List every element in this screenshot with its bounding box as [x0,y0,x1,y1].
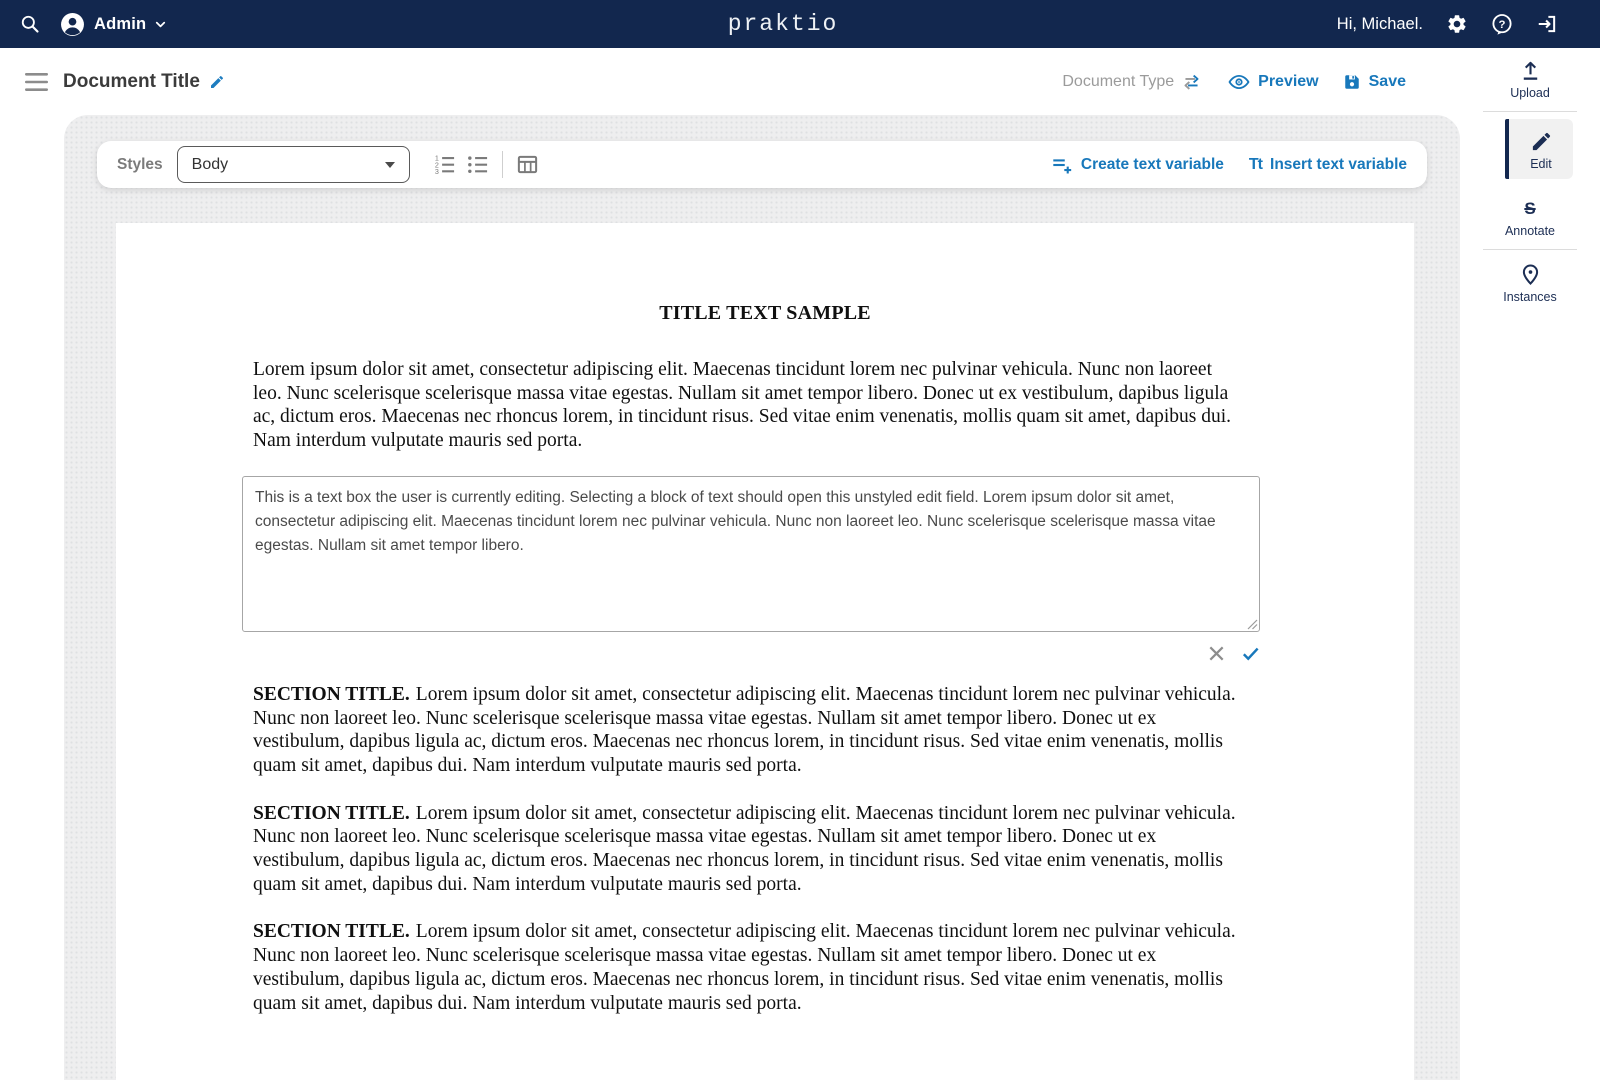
save-button[interactable]: Save [1343,73,1406,91]
preview-button[interactable]: Preview [1228,72,1319,91]
section-paragraph[interactable]: SECTION TITLE. Lorem ipsum dolor sit amet… [253,683,1241,778]
create-text-variable-button[interactable]: Create text variable [1051,154,1224,176]
save-label: Save [1368,72,1406,90]
page-title: Document Title [63,70,200,92]
format-toolbar: Styles Body 1 2 3 Create text variable T… [97,141,1427,188]
document-type-switcher[interactable]: Document Type [1062,73,1201,91]
rail-divider [1483,111,1577,112]
section-paragraph[interactable]: SECTION TITLE. Lorem ipsum dolor sit amet… [253,920,1241,1015]
table-icon[interactable] [516,153,539,176]
svg-text:3: 3 [435,168,439,176]
logout-icon[interactable] [1536,13,1558,35]
strikethrough-s-icon: S [1524,199,1536,218]
document-header: Document Title Document Type Preview Sav… [0,48,1460,115]
styles-label: Styles [117,155,163,173]
style-select[interactable]: Body [176,146,410,183]
numbered-list-icon[interactable]: 1 2 3 [433,153,456,176]
top-navbar: Admin praktio Hi, Michael. ? [0,0,1600,48]
sidebar-item-label: Instances [1503,290,1557,304]
confirm-edit-icon[interactable] [1241,644,1260,663]
account-icon [61,12,84,36]
svg-text:?: ? [1499,19,1506,31]
user-menu-label: Admin [94,14,147,33]
select-caret-icon [384,161,395,168]
sidebar-item-annotate[interactable]: S Annotate [1460,186,1600,247]
side-rail: Upload Edit S Annotate Instances [1460,48,1600,313]
variable-actions: Create text variable Tt Insert text vari… [1051,154,1407,176]
insert-text-variable-button[interactable]: Tt Insert text variable [1249,156,1407,174]
inline-edit-textarea[interactable]: This is a text box the user is currently… [242,475,1260,632]
map-pin-icon [1522,264,1538,286]
user-menu[interactable]: Admin [60,12,168,37]
greeting-text: Hi, Michael. [1336,14,1423,33]
search-icon[interactable] [20,14,40,34]
app-root: Admin praktio Hi, Michael. ? Document Ti… [0,0,1600,1080]
document-page: TITLE TEXT SAMPLE Lorem ipsum dolor sit … [116,223,1414,1080]
preview-label: Preview [1258,72,1319,90]
pencil-icon [1532,132,1550,151]
document-title-text[interactable]: TITLE TEXT SAMPLE [116,223,1414,326]
sidebar-item-edit[interactable]: Edit [1505,119,1573,179]
bullet-list-icon[interactable] [466,153,489,176]
section-heading: SECTION TITLE. [253,921,410,943]
header-actions: Document Type Preview Save [1062,73,1406,91]
cancel-edit-icon[interactable] [1207,644,1226,663]
resize-grip-icon[interactable] [1246,618,1258,630]
playlist-add-icon [1053,158,1072,173]
intro-paragraph[interactable]: Lorem ipsum dolor sit amet, consectetur … [253,358,1241,453]
swap-icon [1184,74,1199,90]
sidebar-item-label: Annotate [1504,224,1556,238]
eye-icon [1228,74,1250,89]
editor-actions [242,644,1260,664]
section-heading: SECTION TITLE. [253,683,410,705]
document-type-label: Document Type [1062,72,1175,90]
insert-text-variable-label: Insert text variable [1270,155,1407,173]
inline-editor: This is a text box the user is currently… [242,475,1260,632]
upload-icon [1523,61,1537,80]
navbar-left-group: Admin [0,12,168,37]
sidebar-item-label: Upload [1510,86,1550,100]
help-icon[interactable]: ? [1491,13,1513,35]
save-icon [1344,74,1359,89]
rail-divider [1483,249,1577,250]
gear-icon[interactable] [1446,13,1468,35]
edit-title-pencil-icon[interactable] [209,74,225,90]
menu-icon[interactable] [25,72,48,91]
style-select-value: Body [191,155,229,173]
sidebar-item-upload[interactable]: Upload [1460,48,1600,109]
navbar-right-group: Hi, Michael. ? [1337,13,1600,35]
sidebar-item-instances[interactable]: Instances [1460,252,1600,313]
section-paragraph[interactable]: SECTION TITLE. Lorem ipsum dolor sit amet… [253,802,1241,897]
chevron-down-icon [156,21,166,27]
sidebar-item-label: Edit [1530,157,1552,171]
create-text-variable-label: Create text variable [1080,155,1224,173]
text-variable-icon: Tt [1248,155,1263,173]
section-heading: SECTION TITLE. [253,802,410,824]
editor-card: Styles Body 1 2 3 Create text variable T… [64,115,1460,1080]
brand-logo: praktio [727,11,839,37]
toolbar-divider [501,151,503,178]
